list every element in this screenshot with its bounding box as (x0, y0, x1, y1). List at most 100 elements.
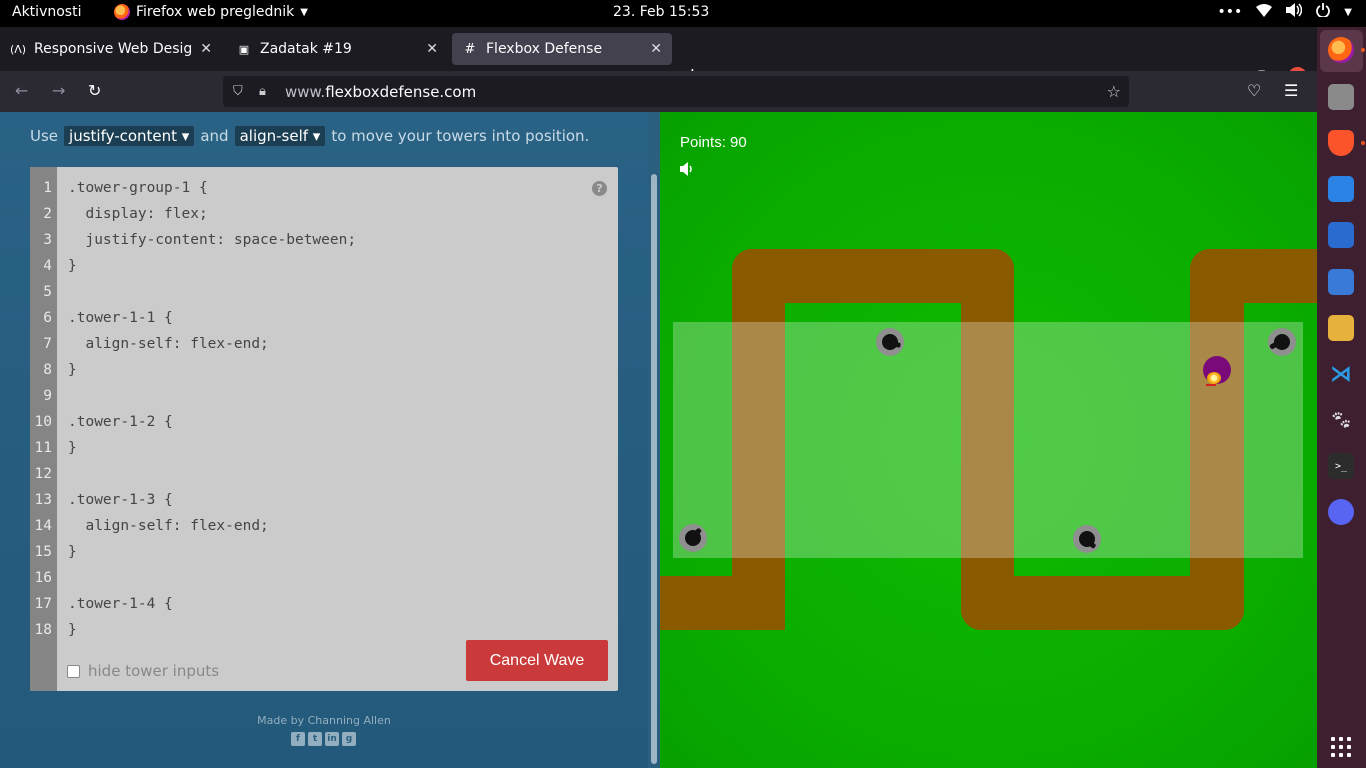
code-text[interactable]: align-self: flex-end; (68, 513, 268, 539)
hamburger-menu-icon[interactable]: ☰ (1284, 81, 1298, 100)
code-text[interactable]: } (68, 539, 77, 565)
speaker-icon[interactable] (680, 162, 694, 180)
code-line[interactable]: 15} (30, 539, 590, 565)
brave-icon[interactable] (1328, 130, 1354, 156)
hash-icon: # (464, 41, 476, 57)
back-arrow-icon[interactable]: ← (15, 81, 28, 100)
code-text[interactable]: } (68, 253, 77, 279)
classroom-icon: ▣ (238, 42, 250, 56)
app-menu[interactable]: Firefox web preglednik ▼ (114, 4, 308, 20)
code-line[interactable]: 2 display: flex; (30, 201, 590, 227)
url-text[interactable]: www.flexboxdefense.com (285, 83, 476, 101)
code-line[interactable]: 7 align-self: flex-end; (30, 331, 590, 357)
justify-content-dropdown[interactable]: justify-content ▾ (64, 126, 195, 146)
points-counter: Points: 90 (680, 134, 747, 151)
instructions-pane: Use justify-content ▾ and align-self ▾ t… (0, 112, 660, 768)
code-line[interactable]: 14 align-self: flex-end; (30, 513, 590, 539)
code-line[interactable]: 8} (30, 357, 590, 383)
checkbox[interactable] (67, 664, 80, 678)
github-icon[interactable]: g (342, 732, 356, 746)
code-editor[interactable]: 1 .tower-group-1 {2 display: flex; 3 justi… (30, 167, 618, 691)
reload-icon[interactable]: ↻ (88, 81, 101, 100)
writer-icon[interactable] (1328, 222, 1354, 248)
twitter-icon[interactable]: t (308, 732, 322, 746)
tab-responsive-web-design[interactable]: (Λ) Responsive Web Design C ✕ (0, 33, 222, 65)
terminal-icon[interactable]: >_ (1328, 453, 1354, 479)
pocket-icon[interactable]: ♡ (1247, 81, 1261, 100)
code-line[interactable]: 9 (30, 383, 590, 409)
code-text[interactable]: align-self: flex-end; (68, 331, 268, 357)
shield-icon[interactable]: ⛉ (233, 84, 247, 99)
line-number: 3 (43, 232, 52, 248)
tab-flexbox-defense[interactable]: # Flexbox Defense ✕ (452, 33, 672, 65)
code-text[interactable]: .tower-1-4 { (68, 591, 173, 617)
close-tab-icon[interactable]: ✕ (200, 41, 212, 57)
help-icon[interactable]: ? (592, 181, 607, 196)
line-number: 16 (34, 570, 52, 586)
code-line[interactable]: 10 .tower-1-2 { (30, 409, 590, 435)
tab-strip: (Λ) Responsive Web Design C ✕ ▣ Zadatak … (0, 27, 1317, 87)
show-apps-icon[interactable] (1331, 737, 1351, 757)
code-text[interactable]: .tower-group-1 { (68, 175, 208, 201)
code-line[interactable]: 12 (30, 461, 590, 487)
code-line[interactable]: 5 (30, 279, 590, 305)
instruction-text: Use justify-content ▾ and align-self ▾ t… (30, 126, 589, 146)
code-line[interactable]: 3 justify-content: space-between; (30, 227, 590, 253)
bookmark-star-icon[interactable]: ☆ (1107, 82, 1121, 101)
address-bar[interactable]: ⛉ 🔒︎ www.flexboxdefense.com ☆ (223, 76, 1129, 107)
linkedin-icon[interactable]: in (325, 732, 339, 746)
game-board[interactable]: Points: 90 (660, 112, 1317, 768)
scrollbar[interactable] (648, 112, 660, 768)
code-text[interactable]: } (68, 617, 77, 643)
activities-button[interactable]: Aktivnosti (12, 4, 81, 20)
facebook-icon[interactable]: f (291, 732, 305, 746)
tab-title: Zadatak #19 (260, 41, 352, 57)
cancel-wave-button[interactable]: Cancel Wave (466, 640, 608, 681)
tower-1-2[interactable] (876, 328, 904, 356)
tower-1-1[interactable] (679, 524, 707, 552)
more-icon[interactable]: ••• (1218, 4, 1243, 20)
url-prefix: www. (285, 82, 326, 101)
running-indicator (1361, 141, 1365, 145)
close-tab-icon[interactable]: ✕ (650, 41, 662, 57)
line-number: 9 (43, 388, 52, 404)
lock-icon[interactable]: 🔒︎ (259, 84, 273, 99)
firefox-icon[interactable] (1328, 37, 1354, 63)
code-line[interactable]: 4} (30, 253, 590, 279)
hide-tower-inputs-toggle[interactable]: hide tower inputs (67, 662, 219, 680)
wifi-icon (1256, 3, 1273, 21)
web-page: Use justify-content ▾ and align-self ▾ t… (0, 112, 1317, 768)
tower-1-4[interactable] (1268, 328, 1296, 356)
code-text[interactable]: display: flex; (68, 201, 207, 227)
code-line[interactable]: 16 (30, 565, 590, 591)
code-line[interactable]: 13 .tower-1-3 { (30, 487, 590, 513)
code-text[interactable]: .tower-1-2 { (68, 409, 173, 435)
code-line[interactable]: 11} (30, 435, 590, 461)
close-tab-icon[interactable]: ✕ (426, 41, 438, 57)
screenshot-icon[interactable] (1328, 269, 1354, 295)
url-domain: flexboxdefense.com (325, 82, 477, 101)
code-line[interactable]: 17 .tower-1-4 { (30, 591, 590, 617)
code-text[interactable]: .tower-1-3 { (68, 487, 173, 513)
code-text[interactable]: } (68, 357, 77, 383)
discord-icon[interactable] (1328, 499, 1354, 525)
software-store-icon[interactable] (1328, 176, 1354, 202)
system-tray[interactable]: ••• ▼ (1218, 3, 1352, 21)
scrollbar-thumb[interactable] (651, 174, 657, 764)
align-self-dropdown[interactable]: align-self ▾ (234, 126, 326, 146)
code-text[interactable]: .tower-1-1 { (68, 305, 173, 331)
line-number: 12 (34, 466, 52, 482)
files-icon[interactable] (1328, 84, 1354, 110)
calculator-icon[interactable] (1328, 315, 1354, 341)
code-text[interactable]: } (68, 435, 77, 461)
code-line[interactable]: 6 .tower-1-1 { (30, 305, 590, 331)
code-text[interactable]: justify-content: space-between; (68, 227, 356, 253)
tower-1-3[interactable] (1073, 525, 1101, 553)
line-number: 6 (43, 310, 52, 326)
forward-arrow-icon[interactable]: → (52, 81, 65, 100)
code-line[interactable]: 1 .tower-group-1 { (30, 175, 590, 201)
tab-zadatak[interactable]: ▣ Zadatak #19 ✕ (226, 33, 448, 65)
gimp-icon[interactable]: 🐾︎ (1328, 407, 1354, 433)
clock[interactable]: 23. Feb 15:53 (613, 4, 709, 20)
vscode-icon[interactable]: ⋊ (1328, 361, 1354, 387)
